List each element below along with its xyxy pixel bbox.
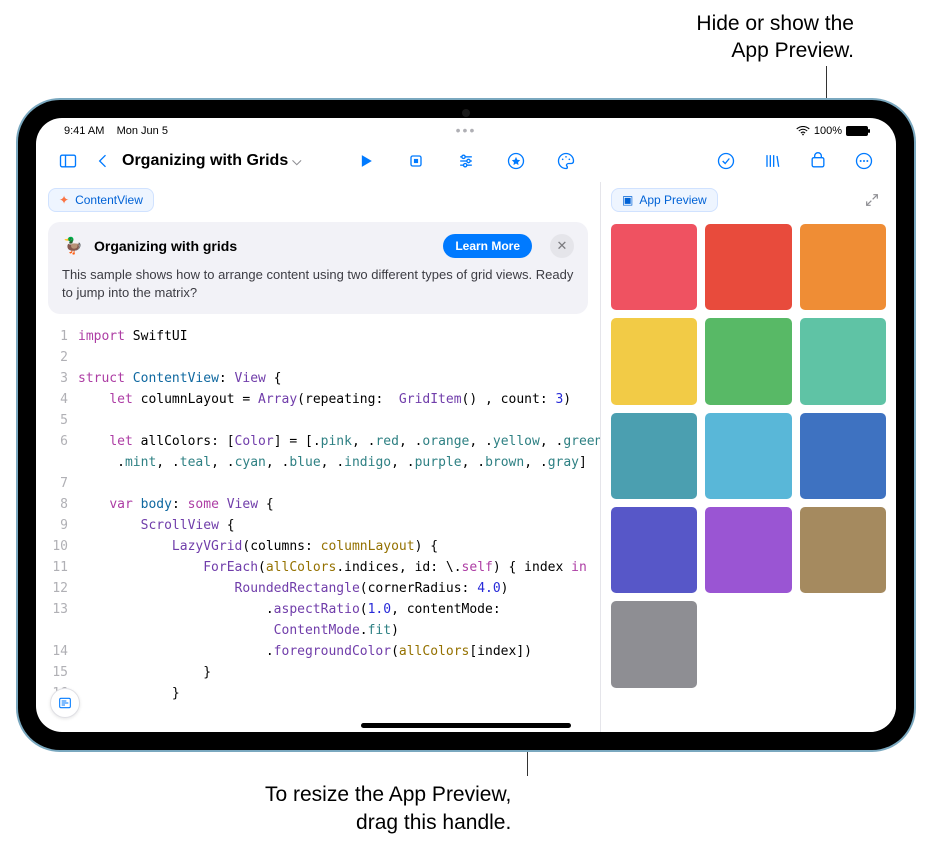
palette-icon[interactable] (550, 146, 582, 176)
camera-icon (462, 109, 470, 117)
multitask-dots-icon[interactable]: ••• (456, 122, 477, 138)
code-body[interactable]: import SwiftUI struct ContentView: View … (78, 326, 600, 732)
status-right: 100% (796, 125, 868, 137)
preview-toggle-icon[interactable] (802, 146, 834, 176)
preview-tab[interactable]: ▣ App Preview (611, 188, 718, 212)
expand-icon[interactable] (858, 188, 886, 212)
color-swatch (800, 318, 886, 404)
screen: 9:41 AM Mon Jun 5 100% ••• Organizing wi… (36, 118, 896, 732)
back-button[interactable] (92, 146, 114, 176)
color-swatch (611, 224, 697, 310)
color-swatch (705, 318, 791, 404)
info-banner: 🦆 Organizing with grids Learn More ✕ Thi… (48, 222, 588, 314)
battery-percent: 100% (814, 125, 842, 137)
file-tab-label: ContentView (75, 193, 143, 207)
status-left: 9:41 AM Mon Jun 5 (64, 125, 168, 137)
color-swatch (800, 507, 886, 593)
run-button[interactable] (350, 146, 382, 176)
editor-pane: ✦ ContentView 🦆 Organizing with grids Le… (36, 182, 601, 732)
file-tab[interactable]: ✦ ContentView (48, 188, 154, 212)
banner-description: This sample shows how to arrange content… (62, 266, 574, 302)
color-swatch (800, 413, 886, 499)
minimap-button[interactable] (50, 688, 80, 718)
color-swatch (800, 224, 886, 310)
toolbar-center (350, 146, 582, 176)
preview-pane: ▣ App Preview (601, 182, 896, 732)
line-gutter: 12345678910111213141516 (36, 326, 78, 732)
color-swatch (611, 507, 697, 593)
check-circle-icon[interactable] (710, 146, 742, 176)
toolbar: ••• Organizing with Grids ⌵ (36, 140, 896, 182)
sidebar-toggle-icon[interactable] (52, 146, 84, 176)
color-swatch (611, 318, 697, 404)
home-indicator[interactable] (361, 723, 571, 728)
library-icon[interactable] (756, 146, 788, 176)
preview-header: ▣ App Preview (601, 182, 896, 218)
document-title-label: Organizing with Grids (122, 152, 288, 170)
stop-button[interactable] (400, 146, 432, 176)
callout-bottom: To resize the App Preview,drag this hand… (265, 781, 511, 836)
banner-emoji-icon: 🦆 (62, 235, 84, 257)
preview-grid (601, 218, 896, 732)
wifi-icon (796, 126, 810, 136)
close-icon[interactable]: ✕ (550, 234, 574, 258)
file-tab-row: ✦ ContentView (36, 182, 600, 216)
battery-icon (846, 126, 868, 136)
content-area: ✦ ContentView 🦆 Organizing with grids Le… (36, 182, 896, 732)
ipad-frame: 9:41 AM Mon Jun 5 100% ••• Organizing wi… (18, 100, 914, 750)
color-swatch (705, 224, 791, 310)
color-swatch (611, 601, 697, 687)
color-swatch (705, 413, 791, 499)
status-date: Mon Jun 5 (117, 125, 168, 137)
app-icon: ▣ (622, 193, 633, 207)
toolbar-right (710, 146, 880, 176)
swift-icon: ✦ (59, 193, 69, 207)
preview-tab-label: App Preview (639, 193, 706, 207)
banner-title: Organizing with grids (94, 238, 237, 254)
chevron-down-icon: ⌵ (292, 154, 301, 169)
document-title[interactable]: Organizing with Grids ⌵ (122, 152, 301, 170)
settings-sliders-icon[interactable] (450, 146, 482, 176)
status-time: 9:41 AM (64, 125, 104, 137)
star-circle-icon[interactable] (500, 146, 532, 176)
color-swatch (705, 507, 791, 593)
code-editor[interactable]: 12345678910111213141516 import SwiftUI s… (36, 322, 600, 732)
callout-top: Hide or show theApp Preview. (696, 10, 854, 65)
more-icon[interactable] (848, 146, 880, 176)
learn-more-button[interactable]: Learn More (443, 234, 532, 258)
color-swatch (611, 413, 697, 499)
